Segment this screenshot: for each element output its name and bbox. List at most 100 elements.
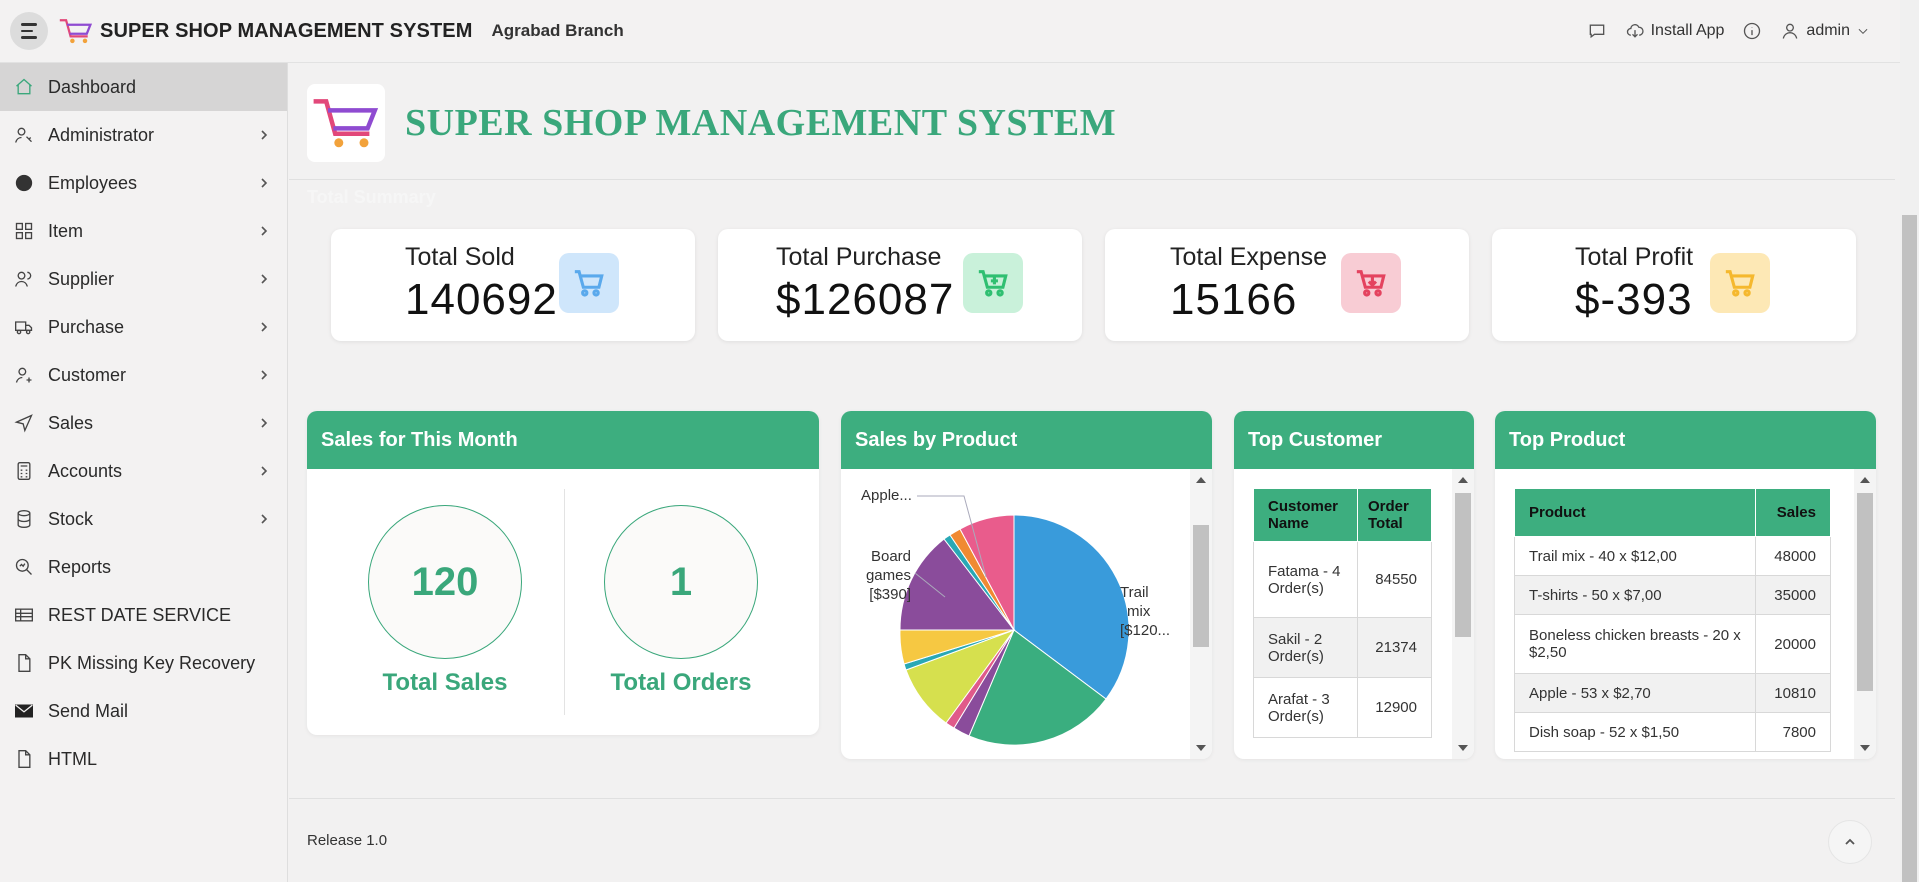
sales-by-product-panel: Sales by Product Apple... Board games [$…: [841, 411, 1212, 759]
sidebar: Dashboard Administrator Employees Item S…: [0, 63, 288, 882]
sales-month-panel: Sales for This Month 120 Total Sales 1 T…: [307, 411, 819, 735]
sidebar-item-rest-date-service[interactable]: REST DATE SERVICE: [0, 591, 287, 639]
truck-icon: [15, 321, 33, 335]
sidebar-item-reports[interactable]: Reports: [0, 543, 287, 591]
sidebar-item-label: Sales: [48, 412, 94, 433]
user-menu[interactable]: admin: [1780, 21, 1870, 41]
sidebar-item-purchase[interactable]: Purchase: [0, 303, 287, 351]
grid-icon: [15, 222, 33, 240]
total-orders-circle: 1: [604, 505, 758, 659]
card-label: Total Expense: [1170, 243, 1328, 271]
branch-name: Agrabad Branch: [491, 21, 624, 40]
user-circle-icon: [15, 174, 33, 192]
cart-logo: [307, 84, 385, 162]
sidebar-item-label: Customer: [48, 364, 127, 385]
scroll-down-arrow[interactable]: [1860, 745, 1870, 751]
install-app-button[interactable]: Install App: [1625, 21, 1724, 41]
sidebar-item-label: Administrator: [48, 124, 155, 145]
card-value: 15166: [1170, 275, 1298, 324]
sidebar-item-supplier[interactable]: Supplier: [0, 255, 287, 303]
top-bar: SUPER SHOP MANAGEMENT SYSTEM Agrabad Bra…: [0, 0, 1900, 63]
sidebar-item-label: Send Mail: [48, 700, 129, 721]
scroll-up-arrow[interactable]: [1860, 477, 1870, 483]
total-sales-value: 120: [411, 559, 479, 604]
sidebar-item-dashboard[interactable]: Dashboard: [0, 63, 287, 111]
panel-title: Sales by Product: [841, 411, 1212, 469]
hero-title: SUPER SHOP MANAGEMENT SYSTEM: [405, 102, 1117, 144]
sidebar-item-item[interactable]: Item: [0, 207, 287, 255]
back-to-top-button[interactable]: [1828, 820, 1872, 864]
table-row: T-shirts - 50 x $7,00 35000: [1514, 575, 1831, 615]
sidebar-item-customer[interactable]: Customer: [0, 351, 287, 399]
column-header: Order Total: [1357, 488, 1432, 542]
cart-icon: [574, 270, 604, 297]
chevron-right-icon: [261, 514, 268, 524]
panel-title: Sales for This Month: [307, 411, 819, 469]
summary-label: Total Summary: [307, 187, 436, 207]
page-scroll-thumb[interactable]: [1902, 215, 1917, 882]
search-report-icon: [15, 558, 32, 575]
pie-label-trail-mix: mix: [1127, 603, 1151, 620]
chevron-right-icon: [261, 370, 268, 380]
chevron-right-icon: [261, 130, 268, 140]
scroll-up-arrow[interactable]: [1458, 477, 1468, 483]
main-content: SUPER SHOP MANAGEMENT SYSTEM Total Summa…: [289, 63, 1900, 882]
pie-label-board-games: [$390]: [869, 586, 911, 603]
scrollbar[interactable]: [1854, 469, 1876, 759]
sidebar-item-employees[interactable]: Employees: [0, 159, 287, 207]
sidebar-item-html[interactable]: HTML: [0, 735, 287, 783]
chevron-up-icon: [1845, 838, 1855, 845]
chat-button[interactable]: [1587, 21, 1607, 41]
sidebar-item-accounts[interactable]: Accounts: [0, 447, 287, 495]
cloud-download-icon: [1626, 24, 1644, 38]
scroll-thumb[interactable]: [1857, 493, 1873, 691]
scroll-thumb[interactable]: [1193, 525, 1209, 647]
total-expense-card: Total Expense 15166: [1105, 229, 1469, 341]
sidebar-item-stock[interactable]: Stock: [0, 495, 287, 543]
sidebar-item-sales[interactable]: Sales: [0, 399, 287, 447]
user-gear-icon: [15, 367, 32, 383]
menu-toggle-button[interactable]: [10, 12, 48, 50]
scroll-thumb[interactable]: [1455, 493, 1471, 637]
info-button[interactable]: [1742, 21, 1762, 41]
page-scrollbar[interactable]: [1900, 0, 1919, 882]
sidebar-item-pk-missing-key-recovery[interactable]: PK Missing Key Recovery: [0, 639, 287, 687]
user-icon: [1783, 23, 1798, 39]
sidebar-item-administrator[interactable]: Administrator: [0, 111, 287, 159]
total-sold-card: Total Sold 140692: [331, 229, 695, 341]
sidebar-item-send-mail[interactable]: Send Mail: [0, 687, 287, 735]
chevron-down-icon: [1858, 28, 1868, 34]
scrollbar[interactable]: [1190, 469, 1212, 759]
top-right-actions: Install App admin: [1587, 0, 1870, 62]
scroll-down-arrow[interactable]: [1458, 745, 1468, 751]
scroll-up-arrow[interactable]: [1196, 477, 1206, 483]
chevron-right-icon: [261, 274, 268, 284]
mail-icon: [15, 704, 33, 718]
table-row: Trail mix - 40 x $12,00 48000: [1514, 536, 1831, 576]
scrollbar[interactable]: [1452, 469, 1474, 759]
table-header-row: Customer Name Order Total: [1253, 488, 1432, 542]
column-header: Customer Name: [1253, 488, 1358, 542]
product-cell: Trail mix - 40 x $12,00: [1514, 536, 1756, 576]
chevron-right-icon: [261, 418, 268, 428]
card-icon-box: [963, 253, 1023, 313]
sidebar-item-label: PK Missing Key Recovery: [48, 652, 256, 673]
top-customer-table: Customer Name Order Total Fatama - 4 Ord…: [1253, 488, 1432, 738]
app-title: SUPER SHOP MANAGEMENT SYSTEM: [100, 19, 473, 42]
customer-name-cell: Arafat - 3 Order(s): [1253, 677, 1358, 738]
users-icon: [15, 271, 32, 287]
scroll-down-arrow[interactable]: [1196, 745, 1206, 751]
hero-banner: SUPER SHOP MANAGEMENT SYSTEM: [307, 83, 1116, 163]
table-row: Dish soap - 52 x $1,50 7800: [1514, 712, 1831, 752]
sales-cell: 48000: [1755, 536, 1831, 576]
table-row: Boneless chicken breasts - 20 x $2,50 20…: [1514, 614, 1831, 674]
sidebar-item-label: Employees: [48, 172, 138, 193]
cart-logo-icon: [59, 19, 93, 44]
cart-icon: [1725, 270, 1755, 297]
cart-logo-icon: [313, 99, 379, 148]
total-sales-circle: 120: [368, 505, 522, 659]
table-icon: [15, 608, 33, 622]
sidebar-item-label: Reports: [48, 556, 112, 577]
pie-label-trail-mix: Trail: [1120, 584, 1149, 601]
sidebar-item-label: Item: [48, 220, 84, 241]
